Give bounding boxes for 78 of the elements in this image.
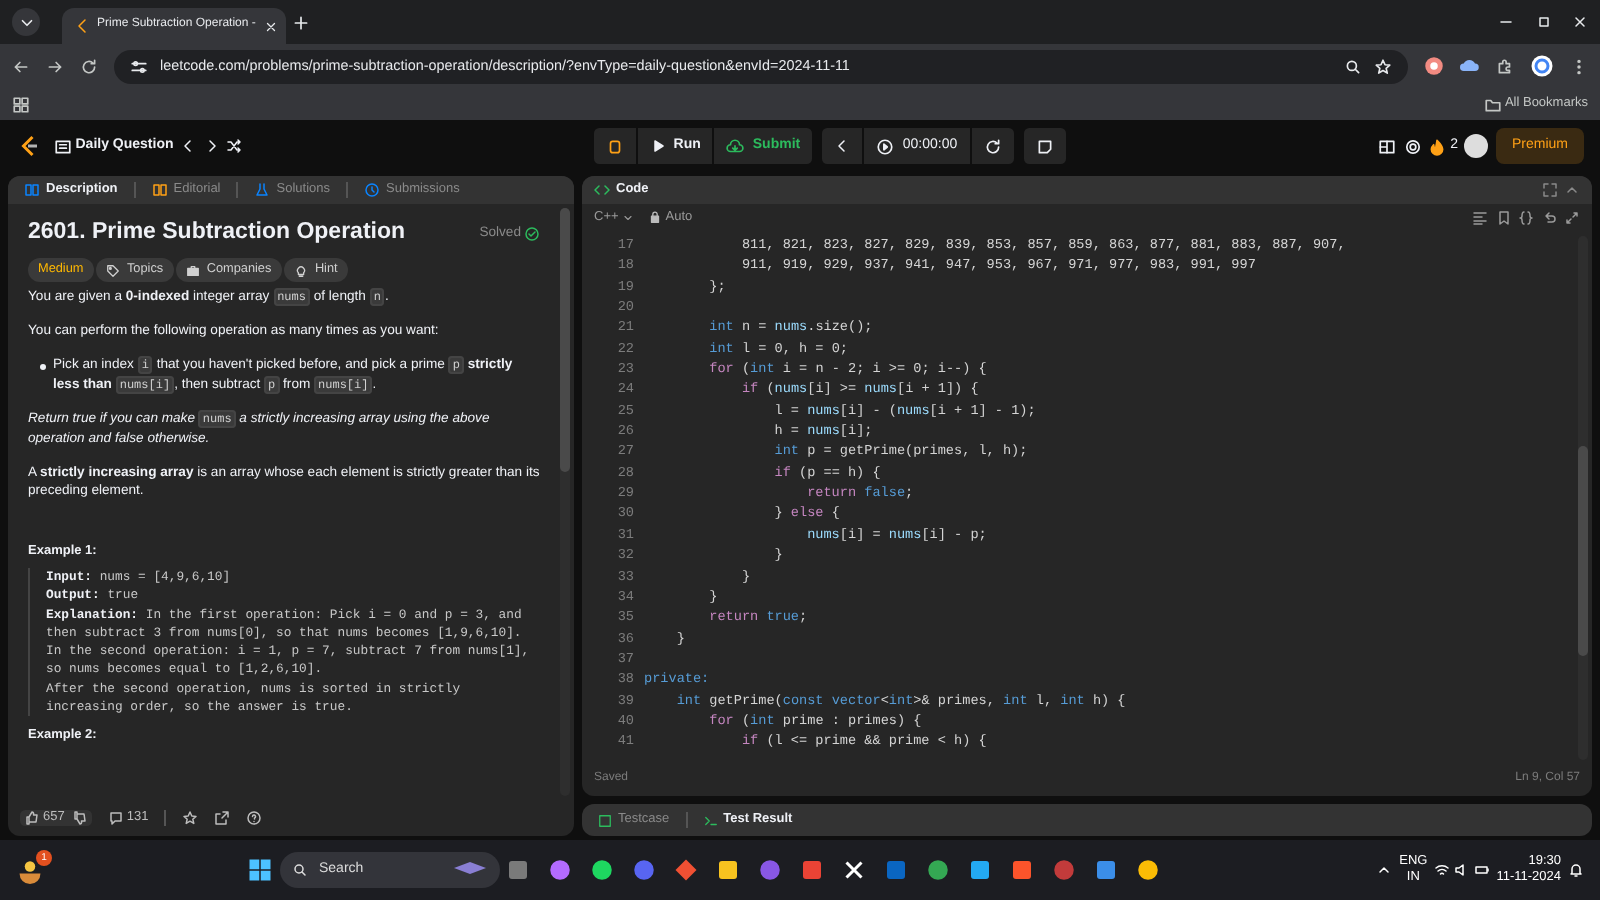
share-icon[interactable] bbox=[214, 810, 231, 826]
bookmark-icon[interactable] bbox=[1495, 210, 1511, 226]
new-tab-icon[interactable] bbox=[292, 13, 310, 31]
star-icon[interactable] bbox=[182, 810, 199, 826]
collapse-icon[interactable] bbox=[1564, 182, 1580, 198]
search-icon bbox=[291, 862, 307, 878]
notes-button[interactable] bbox=[1023, 128, 1066, 164]
chevron-down-icon bbox=[622, 211, 635, 224]
code-logo-icon bbox=[73, 18, 89, 34]
zoom-icon[interactable] bbox=[1344, 57, 1362, 75]
description-icon bbox=[24, 182, 40, 198]
debug-button[interactable] bbox=[593, 128, 636, 164]
bulb-icon bbox=[294, 263, 309, 278]
notifications-icon[interactable] bbox=[1568, 862, 1584, 878]
cloud-upload-icon bbox=[726, 137, 745, 155]
thumbs-up-icon bbox=[23, 810, 40, 826]
profile-avatar-icon[interactable] bbox=[1530, 54, 1554, 78]
scrollbar-thumb[interactable] bbox=[560, 207, 571, 473]
undo-icon[interactable] bbox=[1541, 210, 1557, 226]
settings-icon[interactable] bbox=[1403, 137, 1422, 155]
briefcase-icon bbox=[186, 263, 201, 278]
checkbox-icon bbox=[598, 813, 612, 827]
code-icon bbox=[594, 182, 610, 198]
maximize-icon[interactable] bbox=[1535, 14, 1551, 30]
scrollbar-thumb[interactable] bbox=[1578, 445, 1589, 656]
bookmark-star-icon[interactable] bbox=[1374, 57, 1392, 75]
battery-icon bbox=[1473, 862, 1490, 878]
close-icon[interactable] bbox=[263, 19, 278, 33]
problem-title: 2601. Prime Subtraction Operation bbox=[28, 220, 406, 248]
wifi-icon bbox=[1434, 862, 1451, 878]
debug-icon bbox=[605, 137, 624, 155]
extension-icon[interactable] bbox=[1424, 56, 1444, 76]
expand-icon[interactable] bbox=[1564, 210, 1580, 226]
note-icon bbox=[1035, 137, 1054, 155]
weather-icon[interactable] bbox=[16, 856, 44, 884]
collapse-timer-button[interactable] bbox=[822, 128, 863, 164]
chevron-up-icon[interactable] bbox=[1376, 862, 1393, 878]
system-tray[interactable] bbox=[1434, 862, 1490, 878]
reload-icon[interactable] bbox=[80, 57, 98, 75]
play-circle-icon bbox=[876, 137, 895, 155]
close-icon[interactable] bbox=[1572, 14, 1588, 30]
shuffle-icon[interactable] bbox=[226, 138, 243, 154]
reset-icon bbox=[983, 137, 1002, 155]
previous-icon[interactable] bbox=[180, 138, 197, 154]
forward-icon[interactable] bbox=[46, 57, 64, 75]
check-circle-icon bbox=[524, 225, 541, 242]
comment-icon bbox=[107, 810, 124, 826]
apps-grid-icon[interactable] bbox=[12, 95, 30, 113]
graduation-cap-icon bbox=[451, 860, 487, 880]
x-logo-icon[interactable] bbox=[842, 858, 866, 882]
tab-search-button[interactable] bbox=[12, 8, 40, 36]
history-icon bbox=[364, 182, 380, 198]
site-settings-icon[interactable] bbox=[130, 57, 148, 75]
chevron-left-icon bbox=[834, 138, 851, 154]
fire-icon bbox=[1428, 137, 1447, 155]
volume-icon bbox=[1453, 862, 1470, 878]
thumbs-down-icon[interactable] bbox=[71, 810, 88, 826]
flask-icon bbox=[254, 182, 271, 198]
lock-icon bbox=[648, 210, 663, 225]
braces-icon[interactable] bbox=[1518, 210, 1534, 226]
site-logo-icon[interactable] bbox=[16, 134, 40, 158]
terminal-icon bbox=[703, 813, 718, 827]
bullet-dot bbox=[40, 364, 46, 371]
layout-icon[interactable] bbox=[1378, 137, 1397, 155]
help-icon[interactable] bbox=[246, 810, 263, 826]
next-icon[interactable] bbox=[203, 138, 220, 154]
cloud-extension-icon[interactable] bbox=[1460, 56, 1480, 76]
list-icon bbox=[54, 137, 72, 155]
play-icon bbox=[649, 138, 666, 154]
avatar[interactable] bbox=[1464, 134, 1489, 158]
tag-icon bbox=[106, 263, 121, 278]
reset-timer-button[interactable] bbox=[971, 128, 1014, 164]
book-icon bbox=[151, 182, 168, 198]
start-icon[interactable] bbox=[248, 858, 272, 882]
fullscreen-icon[interactable] bbox=[1541, 182, 1557, 198]
format-icon[interactable] bbox=[1472, 210, 1488, 226]
extensions-icon[interactable] bbox=[1496, 57, 1514, 75]
back-icon[interactable] bbox=[12, 57, 30, 75]
